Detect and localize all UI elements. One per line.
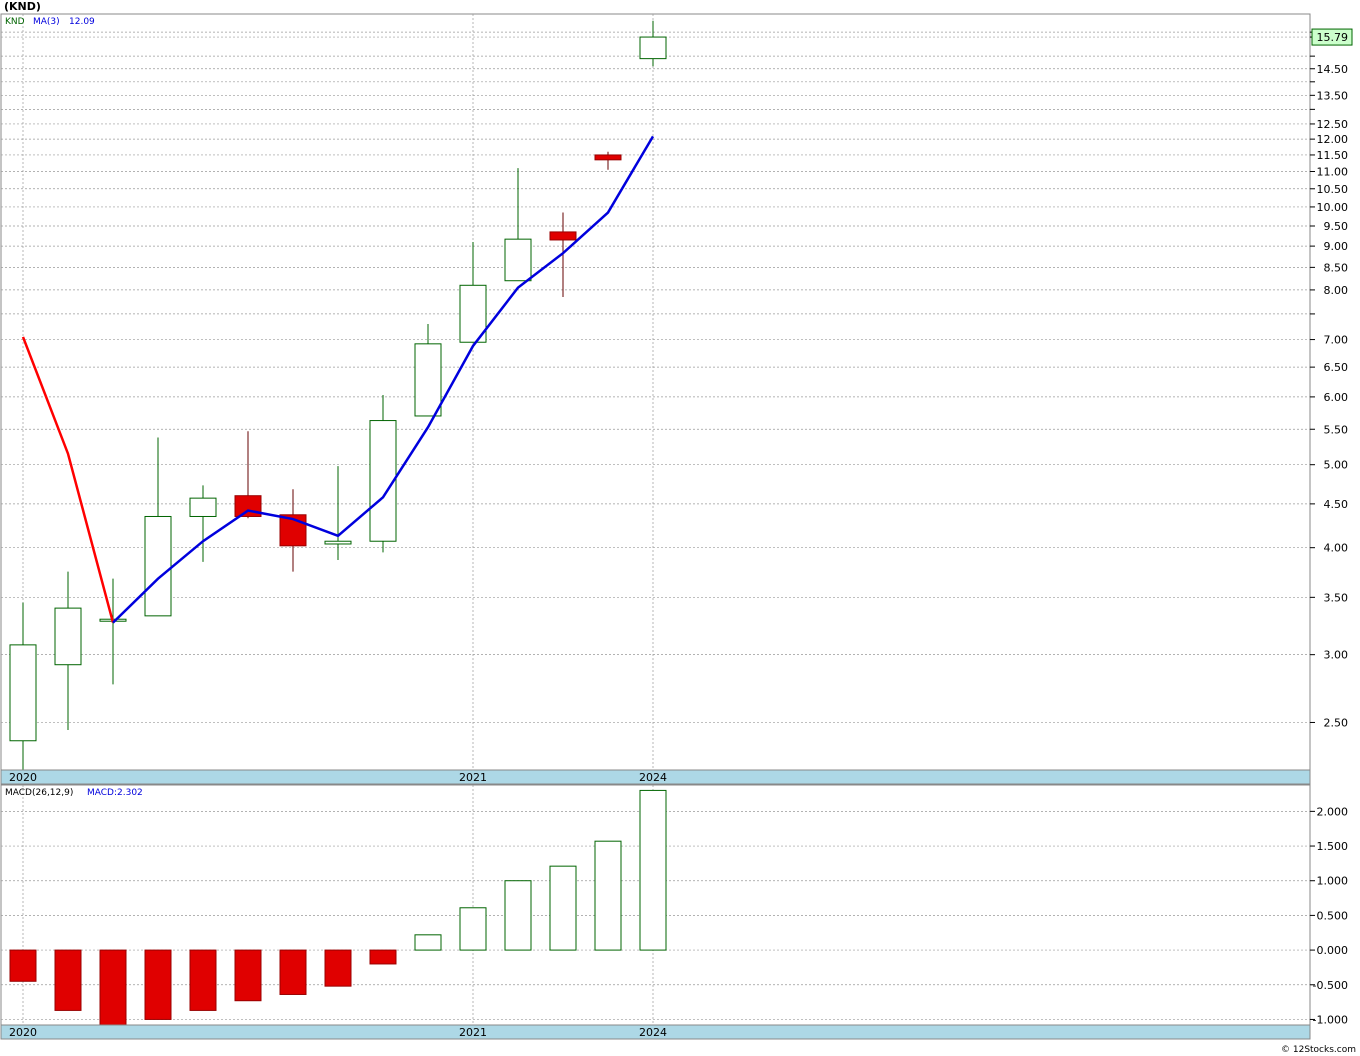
price-tick-label: 10.00 [1317,201,1349,214]
price-tick-label: 11.50 [1317,149,1349,162]
candle-body [549,231,577,241]
price-tick-label: 8.00 [1324,284,1349,297]
macd-bar [99,949,127,1026]
price-tick-label: 3.00 [1324,649,1349,662]
price-tick-label: 14.50 [1317,63,1349,76]
price-x-label: 2020 [9,771,37,784]
macd-legend-value: MACD:2.302 [87,788,143,798]
price-x-label: 2024 [639,771,667,784]
price-tick-label: 11.00 [1317,165,1349,178]
macd-tick-label: -1.000 [1313,1013,1348,1026]
macd-bar [549,865,577,951]
macd-bar [144,949,172,1020]
price-tick-label: 3.50 [1324,591,1349,604]
macd-bar [279,949,307,995]
price-tick-label: 2.50 [1324,716,1349,729]
price-legend: KND MA(3) 12.09 [5,17,95,27]
macd-bar [504,880,532,951]
price-tick-label: 12.00 [1317,133,1349,146]
macd-bar [189,949,217,1011]
macd-tick-label: 0.500 [1317,909,1349,922]
candle-body [414,343,442,417]
price-tick-label: 10.50 [1317,183,1349,196]
site-credit: © 12Stocks.com [1281,1045,1356,1055]
macd-bar [369,949,397,965]
price-tick-label: 9.00 [1324,240,1349,253]
candle-body [9,644,37,742]
candle-body [144,515,172,617]
macd-tick-label: 1.500 [1317,840,1349,853]
price-tick-label: 4.50 [1324,498,1349,511]
price-tick-label: 13.50 [1317,89,1349,102]
price-tick-label: 8.50 [1324,261,1349,274]
price-x-label: 2021 [459,771,487,784]
candle-body [594,154,622,161]
chart-title: (KND) [4,0,41,13]
legend-ma-label: MA(3) [33,17,60,27]
macd-bar [234,949,262,1002]
price-panel [0,13,1311,771]
macd-bar [54,949,82,1011]
price-tick-label: 12.50 [1317,118,1349,131]
macd-tick-label: -0.500 [1313,979,1348,992]
macd-x-label: 2020 [9,1026,37,1039]
macd-tick-label: 0.000 [1317,944,1349,957]
macd-y-axis: 2.000 1.500 1.000 0.500 0.000 -0.500 -1.000 [1310,805,1348,1026]
macd-tick-label: 2.000 [1317,805,1349,818]
macd-bar [639,789,667,951]
macd-bar [414,934,442,951]
last-price-label: 15.79 [1317,31,1349,44]
price-tick-label: 4.00 [1324,542,1349,555]
price-tick-label: 6.00 [1324,391,1349,404]
legend-ma-value: 12.09 [69,17,95,27]
legend-symbol: KND [5,17,25,27]
macd-bar [594,840,622,951]
price-tick-label: 6.50 [1324,361,1349,374]
price-y-axis: 15.79 14.50 13.50 12.50 12.00 11.50 11.00 10.50… [1310,28,1353,729]
macd-bar [9,949,37,982]
candle-body [504,238,532,282]
candle-body [639,36,667,60]
candle-body [324,540,352,545]
macd-tick-label: 1.000 [1317,875,1349,888]
macd-bar [459,907,487,951]
chart-canvas: (KND) 15.79 14.50 13.50 12.50 12.00 11.50 11.0… [0,0,1356,1055]
candle-body [54,607,82,666]
macd-x-label: 2021 [459,1026,487,1039]
price-tick-label: 5.50 [1324,423,1349,436]
macd-x-label: 2024 [639,1026,667,1039]
candle-body [189,497,217,517]
price-tick-label: 9.50 [1324,220,1349,233]
price-tick-label: 5.00 [1324,459,1349,472]
price-tick-label: 7.00 [1324,334,1349,347]
macd-legend-label: MACD(26,12,9) [5,788,73,798]
macd-bar [324,949,352,987]
